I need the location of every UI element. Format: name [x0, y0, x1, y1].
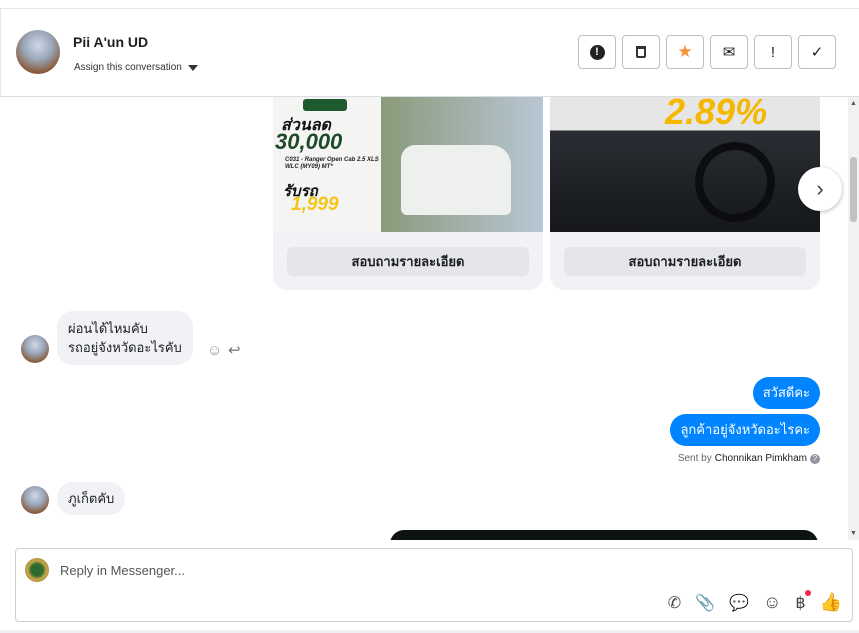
scroll-down-icon[interactable]: ▼	[850, 530, 857, 537]
carousel-card: 2.89% สอบถามรายละเอียด	[550, 97, 820, 290]
mark-spam-button[interactable]: !	[578, 35, 616, 69]
notification-dot	[804, 589, 811, 596]
top-divider	[0, 0, 859, 9]
reply-box: ✆ 📎 💬 ☺ ฿ 👍	[15, 548, 853, 622]
outgoing-message: ลูกค้าอยู่จังหวัดอะไรคะ	[670, 414, 820, 446]
star-icon: ★	[677, 42, 693, 61]
message-line: รถอยู่จังหวัดอะไรคับ	[68, 340, 182, 355]
assign-label: Assign this conversation	[74, 62, 182, 73]
reply-arrow-icon[interactable]: ↩	[228, 341, 241, 359]
sent-by: Sent by Chonnikan Pimkham?	[678, 453, 820, 464]
sender-name: Chonnikan Pimkham	[714, 453, 807, 464]
incoming-message: ผ่อนได้ไหมคับ รถอยู่จังหวัดอะไรคับ	[57, 311, 193, 365]
sent-by-label: Sent by	[677, 453, 712, 464]
call-add-icon[interactable]: ✆	[668, 593, 681, 613]
contact-avatar[interactable]	[16, 30, 60, 74]
payment-icon[interactable]: ฿	[795, 589, 811, 613]
ask-details-button[interactable]: สอบถามรายละเอียด	[287, 247, 529, 276]
ask-details-button[interactable]: สอบถามรายละเอียด	[564, 247, 806, 276]
dealer-logo	[303, 99, 347, 111]
trash-icon	[636, 46, 646, 58]
assign-conversation-dropdown[interactable]: Assign this conversation	[74, 62, 198, 73]
help-icon[interactable]: ?	[810, 453, 820, 464]
promo-image[interactable]: ส่วนลด 30,000 C031 - Ranger Open Cab 2.5…	[273, 97, 543, 232]
page-avatar	[25, 558, 49, 582]
thumbs-up-icon[interactable]: 👍	[820, 592, 842, 613]
contact-avatar	[21, 335, 49, 363]
carousel-next-button[interactable]: ›	[798, 167, 842, 211]
mark-unread-button[interactable]: ✉	[710, 35, 748, 69]
mark-done-button[interactable]: ✓	[798, 35, 836, 69]
check-icon: ✓	[810, 44, 824, 61]
scroll-up-icon[interactable]: ▲	[850, 100, 857, 107]
conversation-header: Pii A'un UD Assign this conversation ! ★…	[0, 9, 859, 97]
reply-input[interactable]	[60, 563, 760, 578]
message-line: ผ่อนได้ไหมคับ	[68, 321, 148, 336]
mark-unread-icon: ✉	[722, 44, 736, 61]
reply-toolbar: ✆ 📎 💬 ☺ ฿ 👍	[668, 589, 842, 613]
react-smiley-icon[interactable]: ☺	[207, 342, 222, 359]
promo-image[interactable]: 2.89%	[550, 97, 820, 232]
scroll-thumb[interactable]	[850, 157, 857, 222]
promo-down: 1,999	[291, 194, 339, 215]
baht-glyph: ฿	[795, 594, 806, 612]
delete-button[interactable]	[622, 35, 660, 69]
caret-down-icon	[187, 64, 198, 71]
follow-up-button[interactable]: !	[754, 35, 792, 69]
message-thread[interactable]: ส่วนลด 30,000 C031 - Ranger Open Cab 2.5…	[0, 97, 848, 540]
contact-name: Pii A'un UD	[73, 34, 149, 50]
scrollbar[interactable]: ▲ ▼	[848, 97, 859, 540]
image-attachment[interactable]	[390, 530, 818, 540]
header-actions: ! ★ ✉ ! ✓	[578, 35, 836, 69]
star-button[interactable]: ★	[666, 35, 704, 69]
alert-circle-icon: !	[589, 44, 605, 60]
outgoing-message: สวัสดีคะ	[752, 377, 820, 409]
paperclip-icon[interactable]: 📎	[695, 593, 715, 613]
saved-replies-icon[interactable]: 💬	[729, 593, 749, 613]
incoming-message: ภูเก็ตคับ	[57, 482, 126, 515]
steering-wheel-image	[695, 142, 775, 222]
chevron-right-icon: ›	[816, 176, 824, 201]
carousel-card: ส่วนลด 30,000 C031 - Ranger Open Cab 2.5…	[273, 97, 543, 290]
promo-model: C031 - Ranger Open Cab 2.5 XLS WLC (MY09…	[285, 157, 379, 170]
pickup-truck-image	[401, 145, 511, 215]
promo-rate: 2.89%	[665, 97, 768, 132]
contact-avatar	[21, 486, 49, 514]
emoji-icon[interactable]: ☺	[763, 592, 781, 613]
exclamation-icon: !	[770, 43, 776, 61]
promo-discount: 30,000	[275, 129, 343, 154]
